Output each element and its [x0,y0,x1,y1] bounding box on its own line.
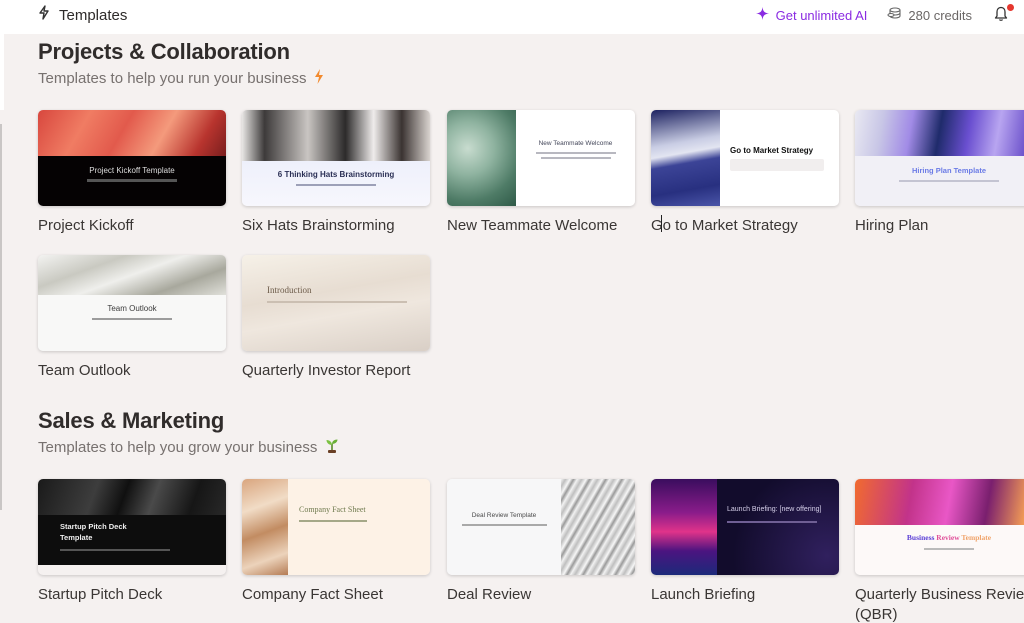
notification-badge [1007,4,1014,11]
template-card-project-kickoff[interactable]: Project Kickoff Template Project Kickoff [38,110,226,236]
bell-icon [994,6,1008,26]
template-card-startup-pitch-deck[interactable]: Startup Pitch Deck Template Startup Pitc… [38,479,226,605]
template-card-team-outlook[interactable]: Team Outlook Team Outlook [38,255,226,381]
template-label[interactable]: Quarterly Investor Report [242,361,442,381]
thumb-title: Company Fact Sheet [299,505,366,514]
scroll-edge [0,124,2,510]
template-label[interactable]: Hiring Plan [855,216,1024,236]
template-card-new-teammate-welcome[interactable]: New Teammate Welcome New Teammate Welcom… [447,110,635,236]
template-thumbnail[interactable]: New Teammate Welcome [447,110,635,206]
top-bar: Templates Get unlimited AI 280 credits [0,0,1024,34]
thumb-title: Team Outlook [107,304,157,313]
text-cursor [661,215,662,232]
credits-label: 280 credits [908,7,972,23]
section-title-projects: Projects & Collaboration [38,39,290,64]
thumb-title: Project Kickoff Template [89,166,175,175]
coins-icon [887,7,901,23]
template-card-hiring-plan[interactable]: Hiring Plan Template Hiring Plan [855,110,1024,236]
template-card-six-hats[interactable]: 6 Thinking Hats Brainstorming Six Hats B… [242,110,430,236]
template-label[interactable]: Deal Review [447,585,647,605]
credits-display[interactable]: 280 credits [887,7,972,23]
thumb-title: Deal Review Template [471,512,537,519]
template-card-go-to-market[interactable]: Go to Market Strategy Go to Market Strat… [651,110,839,236]
thumb-title: New Teammate Welcome [538,140,613,147]
template-thumbnail[interactable]: Team Outlook [38,255,226,351]
template-label[interactable]: Project Kickoff [38,216,238,236]
thumb-title-part: Business [906,533,935,542]
thumb-title-part: Review [936,533,960,542]
get-unlimited-ai-button[interactable]: Get unlimited AI [755,7,868,23]
get-unlimited-ai-label: Get unlimited AI [775,7,868,23]
page-title: Templates [59,6,128,24]
thumb-title: 6 Thinking Hats Brainstorming [277,170,395,179]
template-card-deal-review[interactable]: Deal Review Template Deal Review [447,479,635,605]
section-subtitle-projects: Templates to help you run your business [38,69,324,88]
template-label[interactable]: Startup Pitch Deck [38,585,238,605]
lightning-emoji-icon [314,69,324,88]
thumb-title: Hiring Plan Template [911,166,987,175]
left-edge-strip [0,34,4,110]
template-label[interactable]: Quarterly Business Review (QBR) [855,585,1024,623]
template-thumbnail[interactable]: Introduction [242,255,430,351]
template-label[interactable]: Company Fact Sheet [242,585,442,605]
thumb-title: Startup Pitch Deck Template [60,522,127,542]
template-label[interactable]: Launch Briefing [651,585,851,605]
template-label[interactable]: Six Hats Brainstorming [242,216,442,236]
section-subtitle-sales: Templates to help you grow your business [38,438,339,457]
template-thumbnail[interactable]: Project Kickoff Template [38,110,226,206]
template-card-launch-briefing[interactable]: Launch Briefing: [new offering] Launch B… [651,479,839,605]
template-thumbnail[interactable]: Hiring Plan Template [855,110,1024,206]
lightning-icon [37,5,51,25]
thumb-title-part: Template [961,533,992,542]
template-card-qbr[interactable]: Business Review Template Quarterly Busin… [855,479,1024,623]
subtitle-text: Templates to help you run your business [38,70,307,87]
section-title-sales: Sales & Marketing [38,408,225,433]
template-thumbnail[interactable]: Startup Pitch Deck Template [38,479,226,575]
template-label[interactable]: New Teammate Welcome [447,216,647,236]
notifications-button[interactable] [994,4,1014,26]
template-thumbnail[interactable]: Deal Review Template [447,479,635,575]
template-label[interactable]: Team Outlook [38,361,238,381]
thumb-title: Go to Market Strategy [730,146,814,155]
seedling-emoji-icon [325,438,339,457]
template-thumbnail[interactable]: 6 Thinking Hats Brainstorming [242,110,430,206]
thumb-title: Introduction [267,285,312,295]
thumb-title: Launch Briefing: [new offering] [727,506,822,513]
template-label[interactable]: Go to Market Strategy [651,216,851,236]
template-card-quarterly-investor-report[interactable]: Introduction Quarterly Investor Report [242,255,430,381]
subtitle-text: Templates to help you grow your business [38,439,318,456]
template-thumbnail[interactable]: Business Review Template [855,479,1024,575]
template-thumbnail[interactable]: Company Fact Sheet [242,479,430,575]
template-thumbnail[interactable]: Go to Market Strategy [651,110,839,206]
template-thumbnail[interactable]: Launch Briefing: [new offering] [651,479,839,575]
thumb-title: Business Review Template [855,525,1024,542]
sparkle-icon [755,7,769,23]
template-card-company-fact-sheet[interactable]: Company Fact Sheet Company Fact Sheet [242,479,430,605]
page-header: Templates [37,5,127,25]
